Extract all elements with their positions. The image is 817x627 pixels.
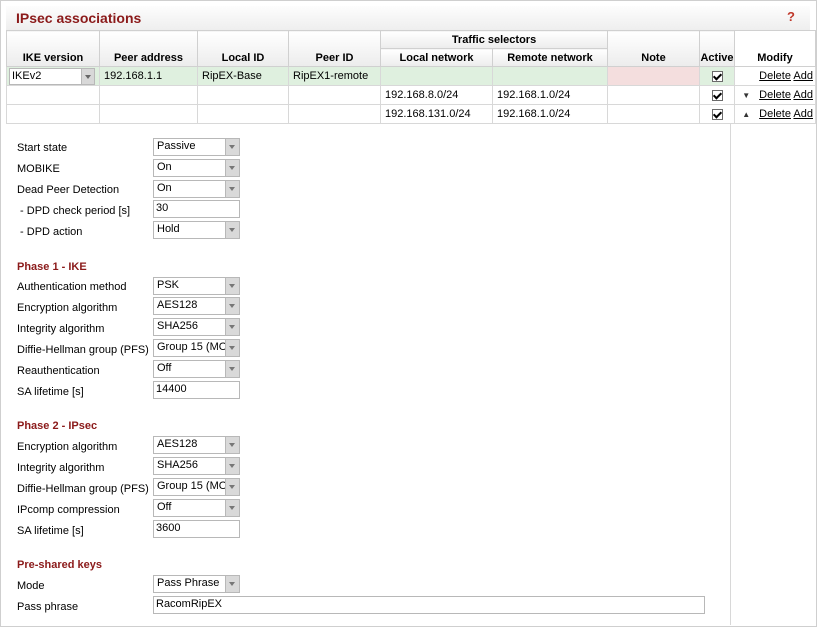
chevron-down-icon [225, 458, 239, 474]
chevron-down-icon [225, 479, 239, 495]
p1-integ-select[interactable]: SHA256 [153, 318, 240, 336]
phase1-title: Phase 1 - IKE [17, 261, 87, 273]
p1-lifetime-label: SA lifetime [s] [17, 386, 84, 398]
start-state-select[interactable]: Passive [153, 138, 240, 156]
header-peer-id: Peer ID [288, 30, 381, 67]
add-link[interactable]: Add [793, 108, 813, 120]
header-local-id: Local ID [197, 30, 289, 67]
header-note: Note [607, 30, 700, 67]
p1-dh-label: Diffie-Hellman group (PFS) [17, 344, 149, 356]
add-link[interactable]: Add [793, 70, 813, 82]
psk-title: Pre-shared keys [17, 559, 102, 571]
psk-mode-label: Mode [17, 580, 45, 592]
mobike-select[interactable]: On [153, 159, 240, 177]
p1-enc-label: Encryption algorithm [17, 302, 118, 314]
chevron-down-icon [225, 319, 239, 335]
remote-network-cell[interactable] [492, 66, 608, 86]
add-link[interactable]: Add [793, 89, 813, 101]
chevron-down-icon [81, 68, 94, 84]
p1-reauth-label: Reauthentication [17, 365, 100, 377]
p2-ipcomp-select[interactable]: Off [153, 499, 240, 517]
chevron-down-icon [225, 576, 239, 592]
move-down-icon[interactable]: ▼ [742, 91, 750, 100]
move-up-icon[interactable]: ▲ [742, 110, 750, 119]
chevron-down-icon [225, 298, 239, 314]
psk-mode-select[interactable]: Pass Phrase [153, 575, 240, 593]
local-network-cell[interactable]: 192.168.131.0/24 [380, 104, 493, 124]
mobike-label: MOBIKE [17, 163, 60, 175]
local-id-cell[interactable]: RipEX-Base [197, 66, 289, 86]
divider [730, 123, 731, 625]
page-title: IPsec associations [16, 10, 142, 26]
table-row[interactable]: 192.168.131.0/24 192.168.1.0/24 ▲ Delete… [6, 104, 816, 124]
pass-phrase-label: Pass phrase [17, 601, 79, 613]
p2-dh-label: Diffie-Hellman group (PFS) [17, 483, 149, 495]
header-active: Active [699, 30, 735, 67]
chevron-down-icon [225, 139, 239, 155]
p2-enc-label: Encryption algorithm [17, 441, 118, 453]
local-network-cell[interactable]: 192.168.8.0/24 [380, 85, 493, 105]
peer-address-cell[interactable]: 192.168.1.1 [99, 66, 198, 86]
p2-integ-select[interactable]: SHA256 [153, 457, 240, 475]
p1-integ-label: Integrity algorithm [17, 323, 105, 335]
dpd-period-label: - DPD check period [s] [17, 205, 131, 217]
active-checkbox[interactable] [711, 70, 723, 82]
chevron-down-icon [225, 437, 239, 453]
active-checkbox[interactable] [711, 108, 723, 120]
chevron-down-icon [225, 500, 239, 516]
header-local-network: Local network [380, 48, 493, 67]
chevron-down-icon [225, 181, 239, 197]
p1-enc-select[interactable]: AES128 [153, 297, 240, 315]
peer-id-cell[interactable]: RipEX1-remote [288, 66, 381, 86]
delete-link[interactable]: Delete [759, 89, 791, 101]
table-row[interactable]: 192.168.8.0/24 192.168.1.0/24 ▼ Delete A… [6, 85, 816, 105]
header-traffic-selectors: Traffic selectors [380, 30, 608, 49]
header-modify: Modify [734, 30, 816, 67]
remote-network-cell[interactable]: 192.168.1.0/24 [492, 85, 608, 105]
p1-lifetime-input[interactable]: 14400 [153, 381, 240, 399]
dpd-period-input[interactable]: 30 [153, 200, 240, 218]
p2-ipcomp-label: IPcomp compression [17, 504, 120, 516]
p2-dh-select[interactable]: Group 15 (MO [153, 478, 240, 496]
note-cell[interactable] [607, 66, 700, 86]
help-icon[interactable]: ? [787, 9, 795, 24]
pass-phrase-input[interactable]: RacomRipEX [153, 596, 705, 614]
dpd-action-select[interactable]: Hold [153, 221, 240, 239]
header-remote-network: Remote network [492, 48, 608, 67]
header-peer-address: Peer address [99, 30, 198, 67]
p1-auth-select[interactable]: PSK [153, 277, 240, 295]
p2-lifetime-input[interactable]: 3600 [153, 520, 240, 538]
table-row[interactable]: IKEv2 192.168.1.1 RipEX-Base RipEX1-remo… [6, 66, 816, 86]
chevron-down-icon [225, 361, 239, 377]
start-state-label: Start state [17, 142, 68, 154]
p1-auth-label: Authentication method [17, 281, 127, 293]
header-ike-version: IKE version [6, 30, 100, 67]
p2-lifetime-label: SA lifetime [s] [17, 525, 84, 537]
p2-enc-select[interactable]: AES128 [153, 436, 240, 454]
chevron-down-icon [225, 222, 239, 238]
delete-link[interactable]: Delete [759, 70, 791, 82]
dpd-label: Dead Peer Detection [17, 184, 120, 196]
chevron-down-icon [225, 160, 239, 176]
associations-table: IKE version Peer address Local ID Peer I… [6, 30, 816, 124]
chevron-down-icon [225, 278, 239, 294]
chevron-down-icon [225, 340, 239, 356]
remote-network-cell[interactable]: 192.168.1.0/24 [492, 104, 608, 124]
dpd-select[interactable]: On [153, 180, 240, 198]
p1-dh-select[interactable]: Group 15 (MO [153, 339, 240, 357]
active-checkbox[interactable] [711, 89, 723, 101]
dpd-action-label: - DPD action [17, 226, 83, 238]
local-network-cell[interactable] [380, 66, 493, 86]
p2-integ-label: Integrity algorithm [17, 462, 105, 474]
phase2-title: Phase 2 - IPsec [17, 420, 98, 432]
p1-reauth-select[interactable]: Off [153, 360, 240, 378]
delete-link[interactable]: Delete [759, 108, 791, 120]
ike-version-select[interactable]: IKEv2 [9, 67, 95, 85]
